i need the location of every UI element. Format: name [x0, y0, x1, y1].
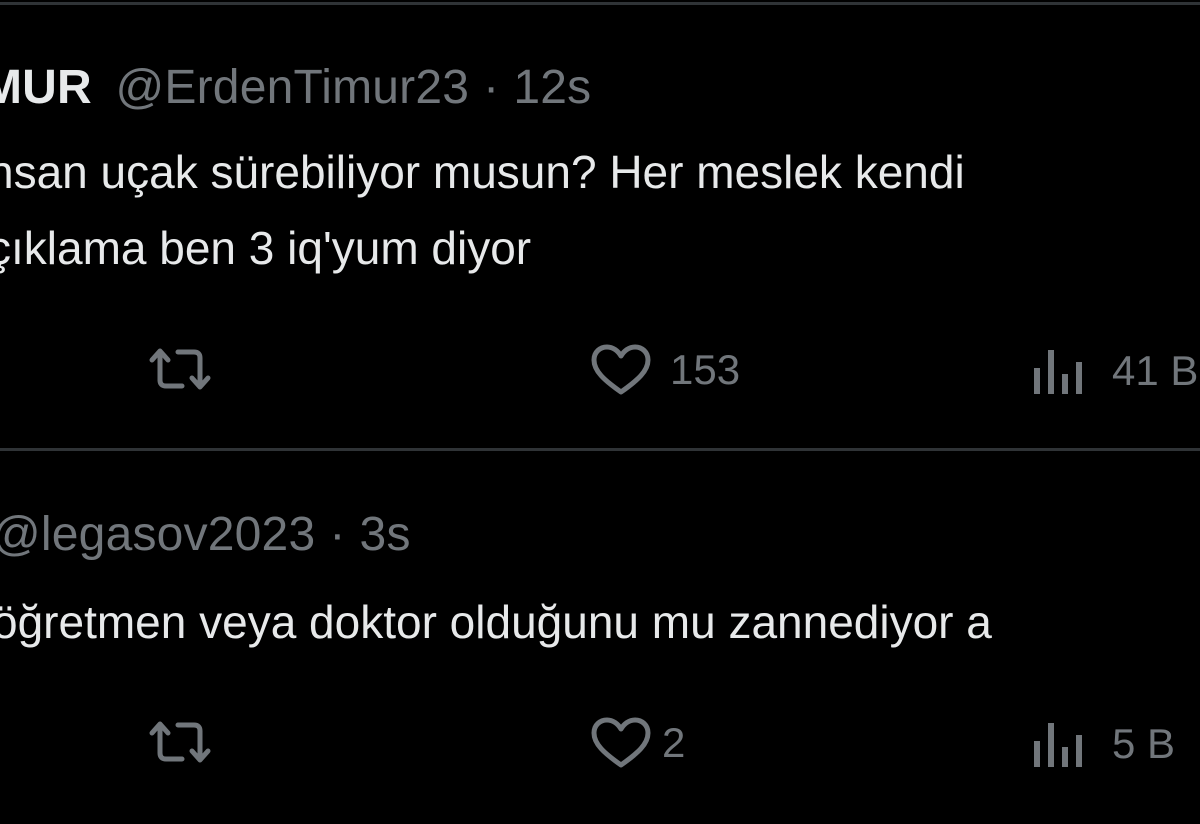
tweet-2-views-button[interactable]: 5 B [1032, 719, 1175, 769]
tweet-2-handle[interactable]: @legasov2023 [0, 508, 315, 561]
timeline: MUR @ErdenTimur23 · 12s nsan uçak sürebili… [0, 0, 1200, 824]
tweet-2-like-button[interactable]: 2 [590, 717, 685, 769]
tweet-1-retweet-button[interactable] [146, 346, 214, 392]
tweet-2-retweet-button[interactable] [146, 719, 214, 765]
heart-icon [591, 344, 651, 395]
tweet-1-handle[interactable]: @ErdenTimur23 [115, 61, 469, 114]
tweet-1-views-button[interactable]: 41 B [1032, 346, 1198, 396]
tweet-1-separator: · [483, 61, 500, 114]
retweet-icon [149, 348, 211, 390]
tweet-1-timestamp[interactable]: 12s [513, 61, 591, 114]
tweet-2-views-count: 5 B [1112, 720, 1176, 767]
bar-chart-icon [1034, 723, 1082, 767]
tweet-2-timestamp[interactable]: 3s [360, 508, 411, 561]
retweet-icon [149, 721, 211, 763]
tweet-1-display-name[interactable]: MUR [0, 61, 92, 114]
tweet-2[interactable]: @legasov2023 · 3s öğretmen veya doktor old… [0, 451, 1200, 824]
bar-chart-icon [1034, 350, 1082, 394]
tweet-2-text-line-1: öğretmen veya doktor olduğunu mu zannedi… [0, 596, 992, 648]
heart-icon [591, 717, 651, 768]
tweet-1-like-count: 153 [670, 346, 741, 393]
tweet-2-like-count: 2 [662, 719, 686, 766]
tweet-1[interactable]: MUR @ErdenTimur23 · 12s nsan uçak sürebili… [0, 0, 1200, 448]
tweet-1-like-button[interactable]: 153 [590, 344, 740, 396]
tweet-1-text-line-2: çıklama ben 3 iq'yum diyor [0, 222, 532, 274]
tweet-1-views-count: 41 B [1112, 347, 1199, 394]
tweet-1-header: MUR @ErdenTimur23 · 12s [0, 60, 591, 116]
tweet-1-text-line-1: nsan uçak sürebiliyor musun? Her meslek … [0, 146, 965, 198]
tweet-2-header: @legasov2023 · 3s [0, 507, 411, 563]
tweet-2-separator: · [329, 508, 346, 561]
